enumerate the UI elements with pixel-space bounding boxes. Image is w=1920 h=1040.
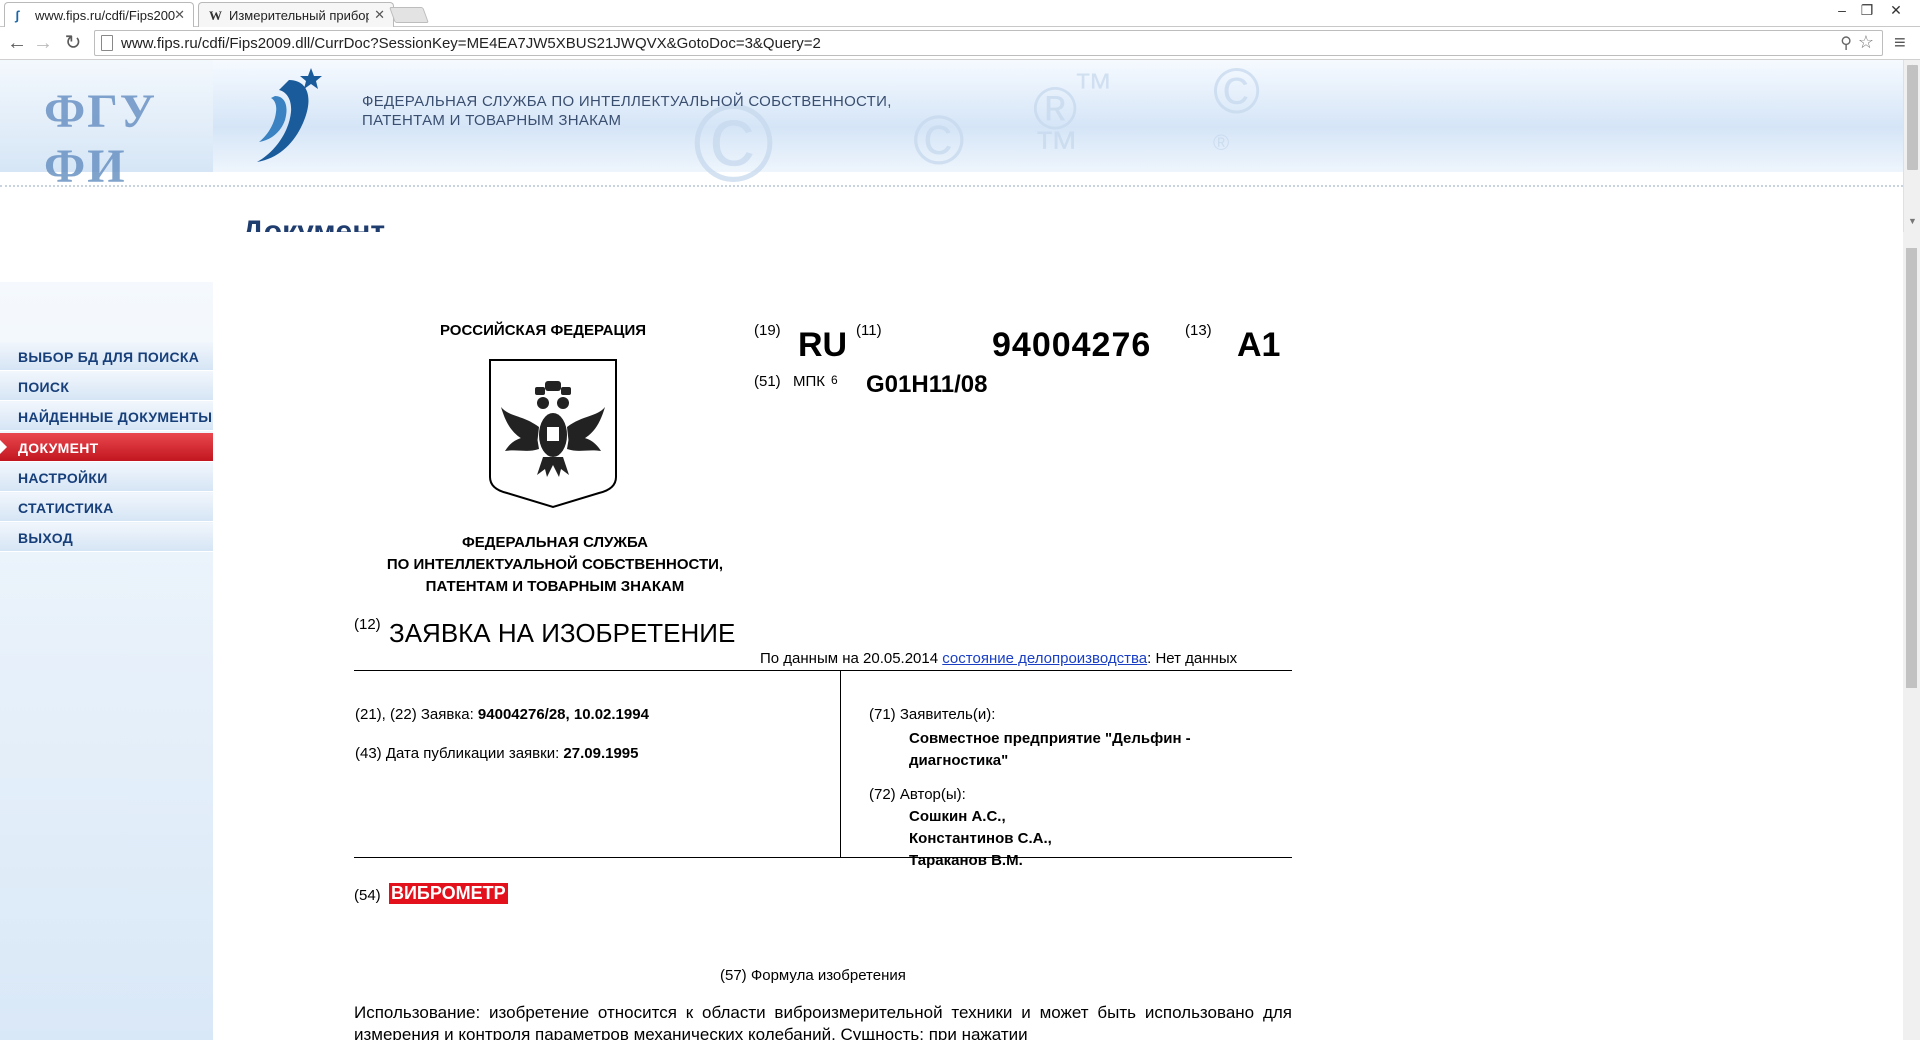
reload-icon[interactable]: ↻ <box>61 32 85 54</box>
page-viewport: ФГУ ФИ © © ™ ® ™ © ® ФЕДЕРАЛЬНАЯ СЛУЖБА … <box>0 60 1903 1040</box>
address-bar[interactable]: www.fips.ru/cdfi/Fips2009.dll/CurrDoc?Se… <box>94 30 1883 56</box>
registered-watermark-icon: ® <box>1033 75 1078 142</box>
sidebar-item-exit[interactable]: ВЫХОД <box>0 523 213 552</box>
publication-date: (43) Дата публикации заявки: 27.09.1995 <box>355 745 639 762</box>
ipc-class: G01H11/08 <box>866 371 988 398</box>
browser-tab-wikipedia[interactable]: W Измерительный прибор ✕ <box>198 2 394 27</box>
agency-name: ФЕДЕРАЛЬНАЯ СЛУЖБА ПО ИНТЕЛЛЕКТУАЛЬНОЙ С… <box>330 532 780 598</box>
author-name: Константинов С.А., <box>909 830 1052 847</box>
field-72-label: (72) Автор(ы): <box>869 786 966 803</box>
field-21-label: (21), (22) Заявка: <box>355 706 474 723</box>
frame-vertical-scrollbar[interactable] <box>1903 232 1920 1040</box>
banner-title: ФЕДЕРАЛЬНАЯ СЛУЖБА ПО ИНТЕЛЛЕКТУАЛЬНОЙ С… <box>362 92 892 130</box>
agency-line: ПО ИНТЕЛЛЕКТУАЛЬНОЙ СОБСТВЕННОСТИ, <box>386 556 724 573</box>
banner-title-line1: ФЕДЕРАЛЬНАЯ СЛУЖБА ПО ИНТЕЛЛЕКТУАЛЬНОЙ С… <box>362 93 892 110</box>
tab-title: Измерительный прибор <box>229 8 369 23</box>
bookmark-star-icon[interactable]: ☆ <box>1858 32 1874 53</box>
copyright-watermark-icon: © <box>913 101 965 179</box>
minimize-icon[interactable]: – <box>1828 2 1856 18</box>
banner-brand-text: ФГУ ФИ <box>44 85 157 193</box>
browser-tab-fips[interactable]: ʃ www.fips.ru/cdfi/Fips2009 ✕ <box>4 2 194 28</box>
kind-code: A1 <box>1237 326 1281 364</box>
field-43-label: (43) Дата публикации заявки: <box>355 745 560 762</box>
menu-icon[interactable]: ≡ <box>1894 32 1906 55</box>
banner-title-line2: ПАТЕНТАМ И ТОВАРНЫМ ЗНАКАМ <box>362 112 622 129</box>
url-text[interactable]: www.fips.ru/cdfi/Fips2009.dll/CurrDoc?Se… <box>121 35 821 52</box>
field-43-value: 27.09.1995 <box>563 745 639 762</box>
document-number: 94004276 <box>992 326 1152 364</box>
divider <box>0 185 1903 187</box>
window-close-icon[interactable]: ✕ <box>1882 2 1910 19</box>
agency-line: ФЕДЕРАЛЬНАЯ СЛУЖБА <box>461 534 649 551</box>
status-line: По данным на 20.05.2014 состояние делопр… <box>760 650 1237 667</box>
sidebar-item-statistics[interactable]: СТАТИСТИКА <box>0 493 213 522</box>
scrollbar-thumb[interactable] <box>1907 65 1918 170</box>
browser-toolbar: ← → ↻ www.fips.ru/cdfi/Fips2009.dll/Curr… <box>0 27 1920 60</box>
status-suffix: : Нет данных <box>1147 650 1238 667</box>
divider <box>354 670 1292 671</box>
status-prefix: По данным на 20.05.2014 <box>760 650 939 667</box>
coat-of-arms-icon <box>489 359 617 509</box>
banner-left-panel: ФГУ ФИ <box>0 60 213 193</box>
application-number: (21), (22) Заявка: 94004276/28, 10.02.19… <box>355 706 649 723</box>
application-type: ЗАЯВКА НА ИЗОБРЕТЕНИЕ <box>389 618 736 648</box>
field-11-code: (11) <box>856 322 882 339</box>
ipc-label: МПК <box>793 373 826 390</box>
fips-logo-icon <box>257 68 322 162</box>
sidebar-item-db-select[interactable]: ВЫБОР БД ДЛЯ ПОИСКА <box>0 342 213 371</box>
author-name: Сошкин А.С., <box>909 808 1006 825</box>
close-icon[interactable]: ✕ <box>374 7 385 23</box>
back-arrow-icon[interactable]: ← <box>5 32 29 54</box>
close-icon[interactable]: ✕ <box>174 7 185 23</box>
sidebar-item-settings[interactable]: НАСТРОЙКИ <box>0 463 213 492</box>
divider <box>840 671 841 857</box>
abstract-text: Использование: изобретение относится к о… <box>354 1003 1292 1040</box>
tab-title: www.fips.ru/cdfi/Fips2009 <box>35 8 175 23</box>
field-54-code: (54) <box>354 887 381 904</box>
invention-title: ВИБРОМЕТР <box>389 883 508 904</box>
copyright-watermark-icon: © <box>1213 60 1261 127</box>
agency-line: ПАТЕНТАМ И ТОВАРНЫМ ЗНАКАМ <box>425 578 685 595</box>
zoom-icon[interactable]: ⚲ <box>1840 33 1852 53</box>
trademark-watermark-icon: ™ <box>1073 66 1113 110</box>
status-link[interactable]: состояние делопроизводства <box>942 650 1147 667</box>
fips-favicon-icon: ʃ <box>15 8 20 23</box>
wikipedia-w-icon: W <box>209 8 222 23</box>
restore-icon[interactable]: ❐ <box>1853 2 1881 19</box>
page-icon <box>101 35 113 51</box>
field-51-code: (51) <box>754 373 781 390</box>
browser-tab-strip: ʃ www.fips.ru/cdfi/Fips2009 ✕ W Измерите… <box>0 0 1920 28</box>
sidebar-item-found-docs[interactable]: НАЙДЕННЫЕ ДОКУМЕНТЫ <box>0 402 213 431</box>
author-name: Тараканов В.М. <box>909 852 1023 869</box>
forward-arrow-icon[interactable]: → <box>31 32 55 54</box>
registered-watermark-icon: ® <box>1213 130 1230 155</box>
field-13-code: (13) <box>1185 322 1212 339</box>
sidebar-item-search[interactable]: ПОИСК <box>0 372 213 401</box>
field-19-code: (19) <box>754 322 781 339</box>
applicant-name: Совместное предприятие "Дельфин - диагно… <box>909 730 1191 769</box>
country-label: РОССИЙСКАЯ ФЕДЕРАЦИЯ <box>440 322 647 339</box>
ipc-version: 6 <box>831 373 838 387</box>
field-71-label: (71) Заявитель(и): <box>869 706 996 723</box>
scrollbar-thumb[interactable] <box>1906 248 1917 688</box>
divider <box>354 857 1292 858</box>
sidebar-nav: ВЫБОР БД ДЛЯ ПОИСКА ПОИСК НАЙДЕННЫЕ ДОКУ… <box>0 282 213 1040</box>
field-21-value: 94004276/28, 10.02.1994 <box>477 706 649 723</box>
sidebar-item-document[interactable]: ДОКУМЕНТ <box>0 433 213 462</box>
new-tab-button[interactable] <box>389 7 429 23</box>
field-57-label: (57) Формула изобретения <box>720 967 906 984</box>
country-code: RU <box>798 326 848 364</box>
field-12-code: (12) <box>354 616 381 633</box>
page-title: Документ <box>242 215 386 232</box>
scroll-down-icon[interactable]: ▼ <box>1908 216 1917 226</box>
header-banner: ФГУ ФИ © © ™ ® ™ © ® ФЕДЕРАЛЬНАЯ СЛУЖБА … <box>0 60 1903 205</box>
